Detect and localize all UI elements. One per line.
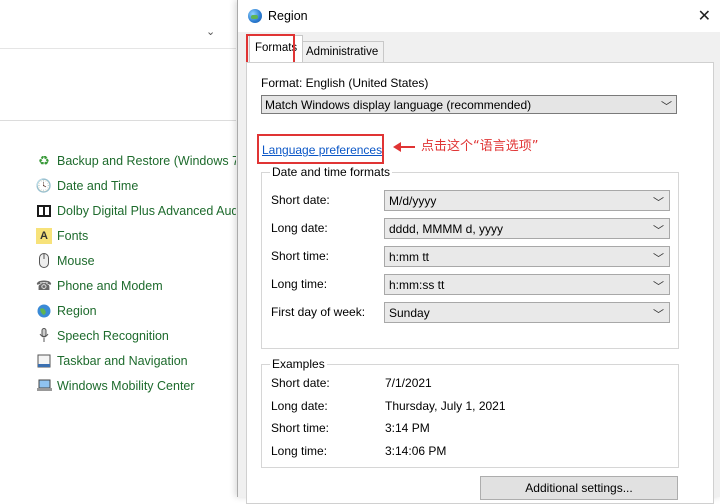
long-time-label: Long time: <box>271 277 328 291</box>
divider <box>0 120 236 121</box>
cp-item-label: Taskbar and Navigation <box>57 353 188 368</box>
laptop-icon <box>36 378 52 394</box>
long-date-dropdown[interactable]: dddd, MMMM d, yyyy ﹀ <box>384 218 670 239</box>
long-date-value: dddd, MMMM d, yyyy <box>389 222 504 236</box>
long-date-label: Long date: <box>271 221 328 235</box>
example-long-date-label: Long date: <box>271 399 328 413</box>
short-date-value: M/d/yyyy <box>389 194 437 208</box>
globe-icon <box>36 303 52 319</box>
control-panel-list: ♻ Backup and Restore (Windows 7) 🕓 Date … <box>36 148 236 398</box>
chevron-down-icon: ﹀ <box>653 253 664 265</box>
dialog-title: Region <box>268 9 308 23</box>
formats-panel: Format: English (United States) Match Wi… <box>246 62 714 504</box>
title-bar[interactable]: Region ✕ <box>238 0 720 32</box>
long-time-value: h:mm:ss tt <box>389 278 445 292</box>
cp-item-label: Date and Time <box>57 178 139 193</box>
cp-item-date-time[interactable]: 🕓 Date and Time <box>36 173 236 198</box>
cp-item-label: Phone and Modem <box>57 278 163 293</box>
chevron-down-icon: ﹀ <box>653 197 664 209</box>
format-dropdown[interactable]: Match Windows display language (recommen… <box>261 95 677 114</box>
backup-icon: ♻ <box>38 152 50 168</box>
cp-item-mouse[interactable]: Mouse <box>36 248 236 273</box>
chevron-down-icon: ﹀ <box>653 281 664 293</box>
cp-item-speech[interactable]: Speech Recognition <box>36 323 236 348</box>
examples-group: Examples Short date: 7/1/2021 Long date:… <box>261 357 679 468</box>
cp-item-label: Dolby Digital Plus Advanced Audio <box>57 203 236 218</box>
clock-icon: 🕓 <box>36 177 53 193</box>
cp-item-label: Backup and Restore (Windows 7) <box>57 153 236 168</box>
long-time-dropdown[interactable]: h:mm:ss tt ﹀ <box>384 274 670 295</box>
cp-item-label: Region <box>57 303 97 318</box>
language-link-highlight <box>257 134 384 164</box>
short-time-dropdown[interactable]: h:mm tt ﹀ <box>384 246 670 267</box>
chevron-down-icon: ﹀ <box>661 101 672 113</box>
group-title: Date and time formats <box>270 165 393 179</box>
example-long-time-label: Long time: <box>271 444 328 458</box>
taskbar-icon <box>36 353 52 369</box>
format-label: Format: English (United States) <box>261 76 429 90</box>
microphone-icon <box>36 328 52 344</box>
cp-item-label: Mouse <box>57 253 95 268</box>
format-dropdown-value: Match Windows display language (recommen… <box>265 98 532 112</box>
group-title: Examples <box>270 357 327 371</box>
cp-item-label: Windows Mobility Center <box>57 378 195 393</box>
cp-item-phone-modem[interactable]: ☎ Phone and Modem <box>36 273 236 298</box>
chevron-down-icon[interactable]: ⌄ <box>206 25 215 38</box>
additional-settings-button[interactable]: Additional settings... <box>480 476 678 500</box>
address-bar[interactable]: ⌄ <box>0 18 236 49</box>
short-time-value: h:mm tt <box>389 250 430 264</box>
globe-icon <box>248 9 262 23</box>
cp-item-backup[interactable]: ♻ Backup and Restore (Windows 7) <box>36 148 236 173</box>
region-dialog: Region ✕ Administrative Formats Format: … <box>237 0 720 504</box>
cp-item-fonts[interactable]: A Fonts <box>36 223 236 248</box>
date-time-formats-group: Date and time formats Short date: M/d/yy… <box>261 165 679 349</box>
example-short-time-value: 3:14 PM <box>385 421 430 435</box>
cp-item-region[interactable]: Region <box>36 298 236 323</box>
first-day-of-week-value: Sunday <box>389 306 430 320</box>
chevron-down-icon: ﹀ <box>653 225 664 237</box>
cp-item-taskbar[interactable]: Taskbar and Navigation <box>36 348 236 373</box>
cp-item-label: Speech Recognition <box>57 328 169 343</box>
cp-item-dolby[interactable]: Dolby Digital Plus Advanced Audio <box>36 198 236 223</box>
dolby-icon <box>36 203 52 219</box>
cp-item-mobility[interactable]: Windows Mobility Center <box>36 373 236 398</box>
example-long-date-value: Thursday, July 1, 2021 <box>385 399 506 413</box>
example-short-date-value: 7/1/2021 <box>385 376 432 390</box>
short-time-label: Short time: <box>271 249 330 263</box>
annotation-text: 点击这个“语言选项” <box>421 139 539 154</box>
close-icon[interactable]: ✕ <box>698 6 711 26</box>
phone-icon: ☎ <box>36 277 53 293</box>
chevron-down-icon: ﹀ <box>653 309 664 321</box>
cp-item-label: Fonts <box>57 228 89 243</box>
example-long-time-value: 3:14:06 PM <box>385 444 447 458</box>
arrow-left-icon <box>393 142 415 152</box>
short-date-label: Short date: <box>271 193 330 207</box>
example-short-date-label: Short date: <box>271 376 330 390</box>
tab-administrative[interactable]: Administrative <box>300 41 385 62</box>
short-date-dropdown[interactable]: M/d/yyyy ﹀ <box>384 190 670 211</box>
formats-tab-highlight <box>246 34 295 65</box>
mouse-icon <box>36 253 52 269</box>
example-short-time-label: Short time: <box>271 421 330 435</box>
first-day-of-week-dropdown[interactable]: Sunday ﹀ <box>384 302 670 323</box>
first-day-of-week-label: First day of week: <box>271 305 366 319</box>
fonts-icon: A <box>36 227 52 244</box>
